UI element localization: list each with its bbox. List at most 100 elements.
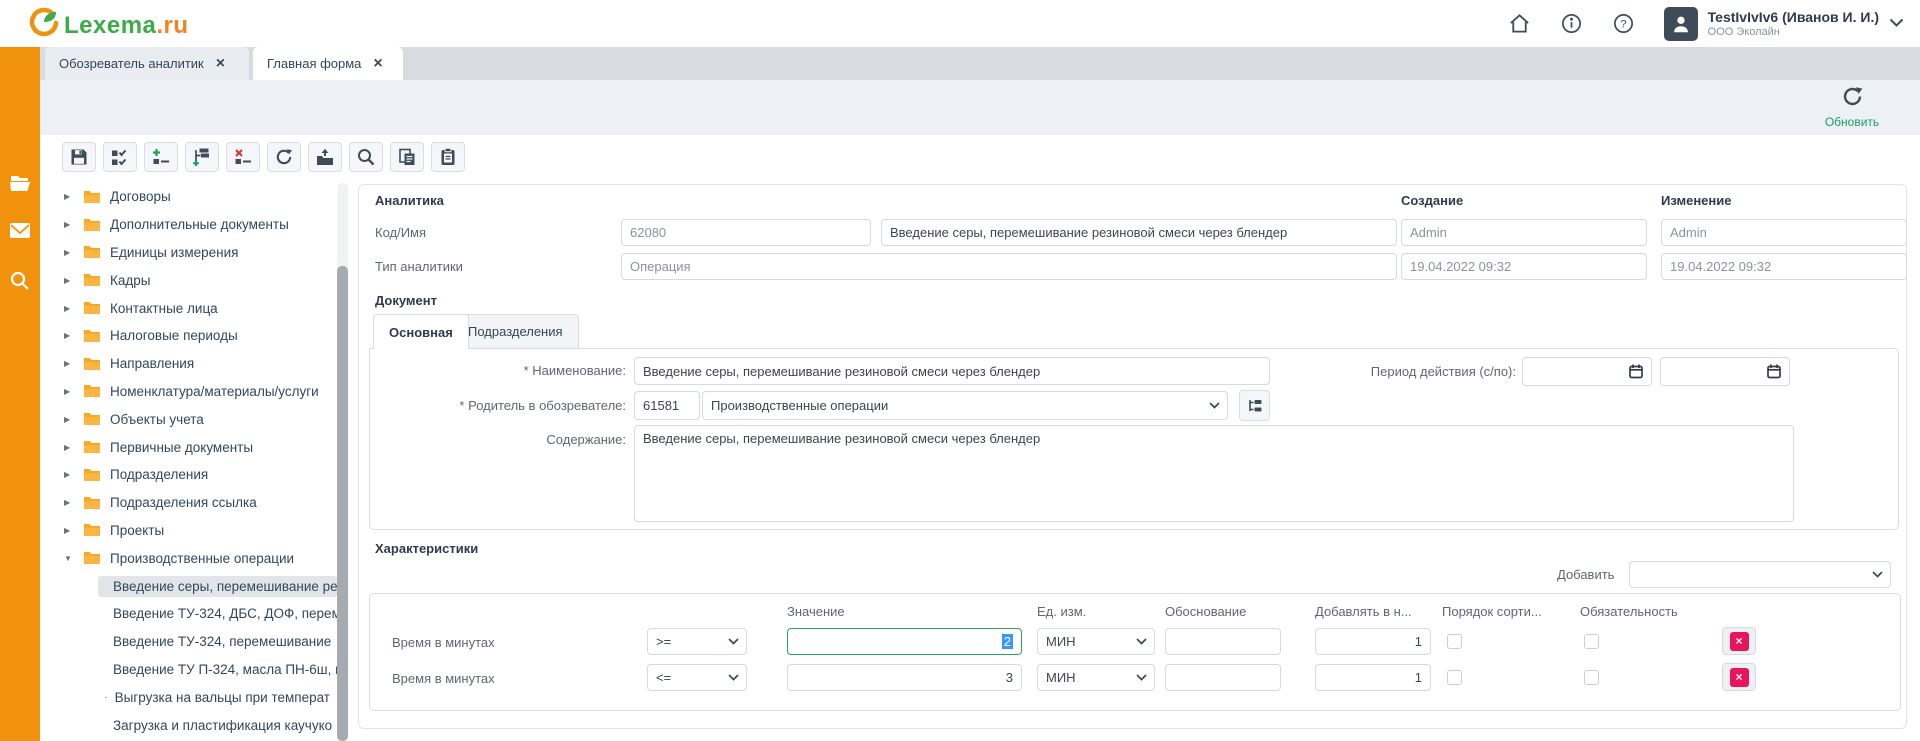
tree-item-folder[interactable]: ▶Дополнительные документы xyxy=(40,211,337,239)
justification-input[interactable] xyxy=(1165,628,1281,655)
tree-item-folder[interactable]: ▶Номенклатура/материалы/услуги xyxy=(40,378,337,406)
delete-node-button[interactable] xyxy=(226,142,260,172)
search-icon[interactable] xyxy=(9,270,31,292)
tree-item-folder[interactable]: ▶Контактные лица xyxy=(40,294,337,322)
home-icon[interactable] xyxy=(1508,12,1532,36)
search-toolbar-button[interactable] xyxy=(349,142,383,172)
open-tree-button[interactable] xyxy=(1239,390,1270,421)
sort-order-checkbox[interactable] xyxy=(1447,634,1462,649)
add-child-node-button[interactable] xyxy=(185,142,219,172)
refresh-button[interactable]: Обновить xyxy=(1810,85,1894,129)
tree-item-folder[interactable]: ▶Проекты xyxy=(40,517,337,545)
close-icon[interactable]: × xyxy=(216,56,225,72)
doc-name-input[interactable] xyxy=(634,357,1270,385)
chevron-down-icon[interactable] xyxy=(1889,15,1904,33)
required-checkbox[interactable] xyxy=(1584,634,1599,649)
analytics-tree: ▶Договоры ▶Дополнительные документы ▶Еди… xyxy=(40,183,337,741)
tree-scrollbar-thumb[interactable] xyxy=(337,266,348,741)
operator-value: >= xyxy=(656,634,671,649)
caret-icon[interactable]: ▼ xyxy=(64,554,75,563)
caret-icon[interactable]: ▶ xyxy=(64,526,75,535)
tree-item-folder[interactable]: ▶Объекты учета xyxy=(40,405,337,433)
tree-leaf[interactable]: Введение ТУ П-324, масла ПН-6ш, п xyxy=(40,656,337,684)
info-icon[interactable] xyxy=(1560,12,1584,36)
analytics-type-input[interactable] xyxy=(621,253,1397,280)
operator-select[interactable]: <= xyxy=(647,664,747,691)
refresh-toolbar-button[interactable] xyxy=(267,142,301,172)
sub-header-band xyxy=(40,80,1920,135)
tree-item-folder[interactable]: ▶Направления xyxy=(40,350,337,378)
tree-leaf[interactable]: Выгрузка на вальцы при температ xyxy=(40,683,337,711)
tree-leaf[interactable]: Введение ТУ-324, ДБС, ДОФ, перем xyxy=(40,600,337,628)
delete-row-button[interactable]: × xyxy=(1722,627,1756,655)
tree-item-folder[interactable]: ▶Подразделения ссылка xyxy=(40,489,337,517)
help-icon[interactable]: ? xyxy=(1612,12,1636,36)
unit-select[interactable]: МИН xyxy=(1037,628,1155,655)
value-input-focused[interactable]: 2 xyxy=(787,628,1022,655)
chevron-down-icon xyxy=(1136,674,1147,681)
content-textarea[interactable]: Введение серы, перемешивание резиновой с… xyxy=(634,425,1794,522)
parent-code-input[interactable] xyxy=(634,391,700,420)
caret-icon[interactable]: ▶ xyxy=(64,248,75,257)
tree-item-folder[interactable]: ▶Подразделения xyxy=(40,461,337,489)
calendar-icon[interactable] xyxy=(1766,363,1782,384)
caret-icon[interactable]: ▶ xyxy=(64,443,75,452)
paste-button[interactable] xyxy=(431,142,465,172)
tree-item-folder[interactable]: ▶Договоры xyxy=(40,183,337,211)
tree-item-folder[interactable]: ▶Кадры xyxy=(40,266,337,294)
doc-tab-subdivisions[interactable]: Подразделения xyxy=(452,314,579,348)
operator-select[interactable]: >= xyxy=(647,628,747,655)
caret-icon[interactable]: ▶ xyxy=(64,498,75,507)
modified-by-input[interactable] xyxy=(1661,219,1907,246)
tree-item-folder[interactable]: ▶Единицы измерения xyxy=(40,239,337,267)
add-characteristic-select[interactable] xyxy=(1629,561,1891,588)
tree-item-folder[interactable]: ▶Налоговые периоды xyxy=(40,322,337,350)
caret-icon[interactable]: ▶ xyxy=(64,220,75,229)
tree-leaf[interactable]: Введение ТУ-324, перемешивание xyxy=(40,628,337,656)
tab-analytics-explorer[interactable]: Обозреватель аналитик × xyxy=(45,47,249,80)
unit-select[interactable]: МИН xyxy=(1037,664,1155,691)
caret-icon[interactable]: ▶ xyxy=(64,192,75,201)
caret-icon[interactable]: ▶ xyxy=(64,276,75,285)
created-by-input[interactable] xyxy=(1401,219,1647,246)
folders-icon[interactable] xyxy=(9,173,31,195)
multi-select-button[interactable] xyxy=(103,142,137,172)
add-node-button[interactable] xyxy=(144,142,178,172)
user-menu[interactable]: TestIvIvIv6 (Иванов И. И.) ООО Эколайн xyxy=(1664,7,1904,41)
clipboard-icon xyxy=(438,147,458,167)
caret-icon[interactable]: ▶ xyxy=(64,387,75,396)
copy-button[interactable] xyxy=(390,142,424,172)
code-input[interactable] xyxy=(621,219,871,246)
tree-leaf[interactable]: Загрузка и пластификация каучуко xyxy=(40,711,337,739)
caret-icon[interactable]: ▶ xyxy=(64,415,75,424)
add-to-input[interactable] xyxy=(1315,664,1431,691)
tree-item-folder-expanded[interactable]: ▼Производственные операции xyxy=(40,544,337,572)
caret-icon[interactable]: ▶ xyxy=(64,470,75,479)
tree-item-folder[interactable]: ▶Первичные документы xyxy=(40,433,337,461)
add-to-input[interactable] xyxy=(1315,628,1431,655)
refresh-icon xyxy=(1841,85,1864,108)
value-input[interactable] xyxy=(787,664,1022,691)
tree-leaf-selected[interactable]: Введение серы, перемешивание ре xyxy=(40,572,337,600)
justification-input[interactable] xyxy=(1165,664,1281,691)
delete-row-button[interactable]: × xyxy=(1722,663,1756,691)
required-checkbox[interactable] xyxy=(1584,670,1599,685)
parent-select[interactable]: Производственные операции xyxy=(702,391,1228,420)
caret-icon[interactable]: ▶ xyxy=(64,331,75,340)
caret-icon[interactable]: ▶ xyxy=(64,359,75,368)
modified-at-input[interactable] xyxy=(1661,253,1907,280)
caret-icon[interactable]: ▶ xyxy=(64,304,75,313)
doc-tab-main[interactable]: Основная xyxy=(373,314,469,349)
close-icon[interactable]: × xyxy=(373,56,382,72)
mail-icon[interactable] xyxy=(9,222,31,244)
analytics-name-input[interactable] xyxy=(881,219,1397,246)
calendar-icon[interactable] xyxy=(1628,363,1644,384)
folder-icon xyxy=(83,523,101,537)
sort-order-checkbox[interactable] xyxy=(1447,670,1462,685)
lexema-logo[interactable]: Lexema.ru xyxy=(28,7,189,44)
folder-icon xyxy=(83,357,101,371)
tab-main-form[interactable]: Главная форма × xyxy=(253,47,403,80)
import-button[interactable] xyxy=(308,142,342,172)
created-at-input[interactable] xyxy=(1401,253,1647,280)
save-button[interactable] xyxy=(62,142,96,172)
